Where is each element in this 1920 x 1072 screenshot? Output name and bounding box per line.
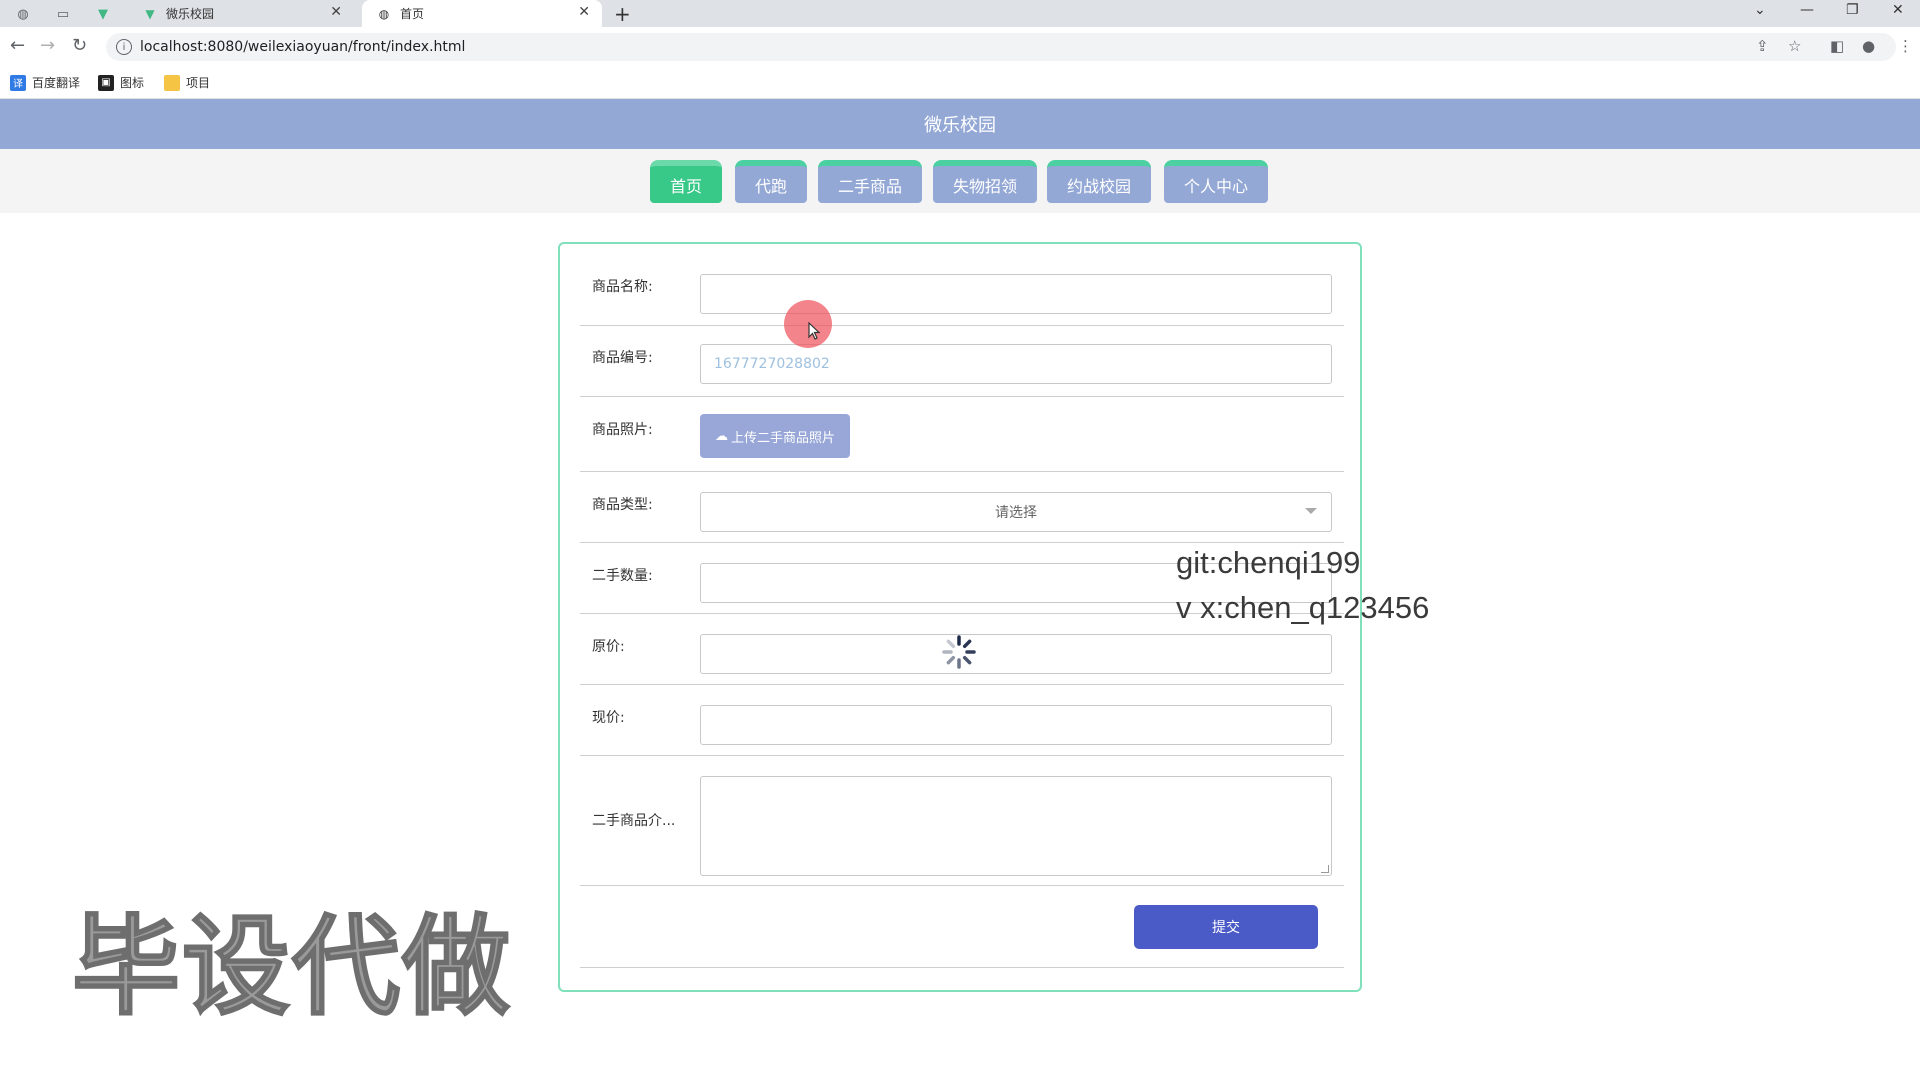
share-icon[interactable]: ⇪ xyxy=(1756,37,1769,55)
globe-icon[interactable]: ◍ xyxy=(12,4,34,24)
form-row-photo: 商品照片: ☁ 上传二手商品照片 xyxy=(580,397,1344,472)
vue-logo-icon: ▼ xyxy=(145,6,155,21)
cloud-upload-icon: ☁ xyxy=(714,428,728,444)
description-textarea[interactable] xyxy=(700,776,1332,876)
bookmark-label: 项目 xyxy=(186,76,211,90)
form-row-name: 商品名称: xyxy=(580,244,1344,326)
name-label: 商品名称: xyxy=(592,279,653,295)
translate-icon: 译 xyxy=(10,74,26,91)
folder-icon xyxy=(164,74,180,91)
quantity-label: 二手数量: xyxy=(592,568,653,584)
new-tab-icon[interactable]: + xyxy=(614,2,631,26)
submit-button[interactable]: 提交 xyxy=(1134,905,1318,949)
bookmark-project[interactable]: 项目 xyxy=(164,74,210,91)
bookmark-label: 百度翻译 xyxy=(32,76,81,90)
url-text: localhost:8080/weilexiaoyuan/front/index… xyxy=(140,39,466,55)
minimize-icon[interactable]: — xyxy=(1800,2,1814,18)
address-bar-row: ← → ↻ i localhost:8080/weilexiaoyuan/fro… xyxy=(0,27,1920,67)
upload-label: 上传二手商品照片 xyxy=(730,430,835,446)
type-select[interactable]: 请选择 xyxy=(700,492,1332,532)
bookmark-label: 图标 xyxy=(120,76,145,90)
current-price-input[interactable] xyxy=(700,705,1332,745)
bookmarks-bar: 译 百度翻译 ▣ 图标 项目 xyxy=(0,67,1920,99)
nav-errand[interactable]: 代跑 xyxy=(735,160,807,203)
original-price-input[interactable] xyxy=(700,634,1332,674)
menu-icon[interactable]: ⋮ xyxy=(1898,37,1913,55)
type-label: 商品类型: xyxy=(592,497,653,513)
tab-weile[interactable]: ▼ 微乐校园 ✕ xyxy=(128,0,354,27)
form-row-current-price: 现价: xyxy=(580,685,1344,756)
form-row-code: 商品编号: 1677727028802 xyxy=(580,326,1344,397)
blank-tab-icon[interactable]: ▭ xyxy=(52,4,74,24)
code-label: 商品编号: xyxy=(592,350,653,366)
description-label: 二手商品介... xyxy=(592,813,676,829)
window-close-icon[interactable]: ✕ xyxy=(1892,2,1904,18)
watermark-git: git:chenqi199 xyxy=(1176,545,1361,580)
nav-home[interactable]: 首页 xyxy=(650,160,722,203)
url-field[interactable]: i localhost:8080/weilexiaoyuan/front/ind… xyxy=(106,33,1896,61)
watermark-contact: git:chenqi199 v x:chen_q123456 xyxy=(1176,540,1429,630)
tab-title: 首页 xyxy=(400,7,425,21)
watermark-wechat: v x:chen_q123456 xyxy=(1176,590,1430,625)
profile-icon[interactable]: ● xyxy=(1862,37,1875,55)
nav-profile[interactable]: 个人中心 xyxy=(1164,160,1268,203)
nav-second-hand[interactable]: 二手商品 xyxy=(818,160,922,203)
code-input[interactable]: 1677727028802 xyxy=(700,344,1332,384)
resize-handle-icon[interactable] xyxy=(1321,865,1329,873)
back-icon[interactable]: ← xyxy=(10,35,25,56)
mouse-cursor-icon xyxy=(808,322,821,340)
form-row-type: 商品类型: 请选择 xyxy=(580,472,1344,543)
form-row-description: 二手商品介... xyxy=(580,756,1344,886)
original-price-label: 原价: xyxy=(592,639,625,655)
watermark-big-text: 毕设代做 xyxy=(71,904,513,1031)
main-nav: 首页 代跑 二手商品 失物招领 约战校园 个人中心 xyxy=(0,149,1920,213)
side-panel-icon[interactable]: ◧ xyxy=(1830,37,1844,55)
close-icon[interactable]: ✕ xyxy=(330,4,342,20)
site-title: 微乐校园 xyxy=(924,115,996,136)
photo-label: 商品照片: xyxy=(592,422,653,438)
upload-photo-button[interactable]: ☁ 上传二手商品照片 xyxy=(700,414,850,458)
close-icon[interactable]: ✕ xyxy=(578,4,590,20)
info-icon[interactable]: i xyxy=(116,39,132,55)
forward-icon[interactable]: → xyxy=(40,35,55,56)
bookmark-baidu-translate[interactable]: 译 百度翻译 xyxy=(10,74,80,91)
restore-icon[interactable]: ❐ xyxy=(1846,2,1859,18)
current-price-label: 现价: xyxy=(592,710,625,726)
tab-title: 微乐校园 xyxy=(166,7,215,21)
loading-spinner-icon xyxy=(942,635,976,669)
nav-lost-found[interactable]: 失物招领 xyxy=(933,160,1037,203)
reload-icon[interactable]: ↻ xyxy=(72,35,87,56)
nav-campus-battle[interactable]: 约战校园 xyxy=(1047,160,1151,203)
type-placeholder: 请选择 xyxy=(995,505,1037,521)
bookmark-icon: ▣ xyxy=(98,74,114,91)
bookmark-icons[interactable]: ▣ 图标 xyxy=(98,74,144,91)
star-icon[interactable]: ☆ xyxy=(1788,37,1801,55)
tab-search-icon[interactable]: ⌄ xyxy=(1754,2,1766,18)
globe-icon: ◍ xyxy=(378,6,390,21)
chevron-down-icon xyxy=(1305,508,1317,514)
vue-logo-icon[interactable]: ▼ xyxy=(92,4,114,24)
tab-home[interactable]: ◍ 首页 ✕ xyxy=(362,0,602,27)
browser-tab-strip: ◍ ▭ ▼ ▼ 微乐校园 ✕ ◍ 首页 ✕ + ⌄ — ❐ ✕ xyxy=(0,0,1920,27)
site-header: 微乐校园 xyxy=(0,99,1920,149)
